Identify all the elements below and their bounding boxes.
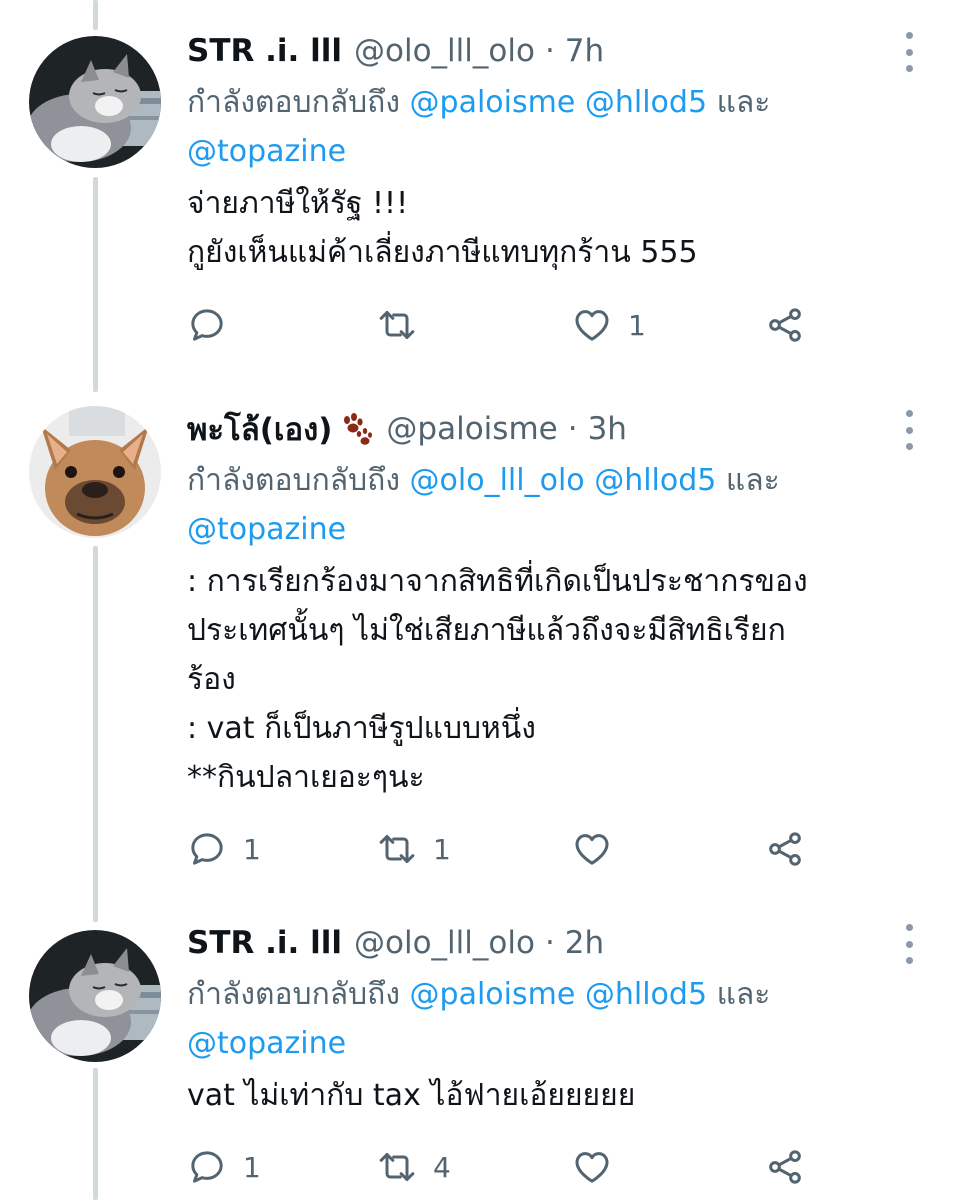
and-word: และ — [716, 977, 771, 1012]
mention-link[interactable]: @paloisme — [410, 977, 576, 1012]
mention-link[interactable]: @hllod5 — [585, 977, 707, 1012]
thread-line — [93, 0, 98, 30]
reply-button[interactable] — [187, 300, 243, 350]
reply-icon — [191, 1151, 223, 1183]
share-button[interactable] — [765, 824, 805, 874]
reply-prefix: กำลังตอบกลับถึง — [187, 977, 400, 1012]
mention-link[interactable]: @paloisme — [410, 85, 576, 120]
heart-icon — [575, 834, 609, 865]
tweet-text-line: : vat ก็เป็นภาษีรูปแบบหนึ่ง — [187, 711, 536, 746]
tweet-text-line: **กินปลาเยอะๆนะ — [187, 760, 425, 795]
display-name[interactable]: STR .i. lll — [187, 33, 342, 69]
tweet-header: STR .i. lll @olo_lll_olo · 2h — [187, 920, 917, 966]
tweet-header: พะโล้(เอง) @paloisme · 3h — [187, 406, 917, 452]
and-word: และ — [725, 463, 780, 498]
share-icon — [769, 832, 801, 866]
tweet-time[interactable]: 7h — [565, 33, 604, 69]
more-options-icon[interactable] — [902, 410, 916, 450]
reply-context: กำลังตอบกลับถึง @olo_lll_olo @hllod5 และ… — [187, 456, 917, 554]
heart-icon — [575, 310, 609, 341]
reply-context: กำลังตอบกลับถึง @paloisme @hllod5 และ @t… — [187, 78, 917, 176]
retweet-icon — [379, 835, 415, 863]
tweet-text: จ่ายภาษีให้รัฐ !!! กูยังเห็นแม่ค้าเลี่ยง… — [187, 179, 917, 277]
tweet-text: : การเรียกร้องมาจากสิทธิที่เกิดเป็นประชา… — [187, 557, 917, 802]
like-count: 1 — [628, 308, 646, 342]
separator-dot: · — [544, 925, 555, 961]
share-button[interactable] — [765, 300, 805, 350]
tweet-text-line: : การเรียกร้องมาจากสิทธิที่เกิดเป็นประชา… — [187, 564, 808, 599]
like-button[interactable]: 1 — [572, 300, 646, 350]
tweet-text-line: ประเทศนั้นๆ ไม่ใช่เสียภาษีแล้วถึงจะมีสิท… — [187, 613, 786, 648]
tweet-text-line: vat ไม่เท่ากับ tax ไอ้ฟายเอ้ยยยยย — [187, 1078, 636, 1113]
separator-dot: · — [544, 33, 555, 69]
action-bar: 1 4 — [187, 1142, 827, 1192]
thread-line — [93, 1068, 98, 1200]
reply-button[interactable]: 1 — [187, 824, 261, 874]
tweet-text-line: ร้อง — [187, 662, 236, 697]
tweet-text: vat ไม่เท่ากับ tax ไอ้ฟายเอ้ยยยยย — [187, 1071, 917, 1120]
mention-link[interactable]: @topazine — [187, 1026, 346, 1061]
retweet-icon — [379, 1153, 415, 1181]
tweet-text-line: กูยังเห็นแม่ค้าเลี่ยงภาษีแทบทุกร้าน 555 — [187, 235, 698, 270]
reply-count: 1 — [243, 1150, 261, 1184]
mention-link[interactable]: @topazine — [187, 134, 346, 169]
heart-icon — [575, 1152, 609, 1183]
action-bar: 1 1 — [187, 824, 827, 874]
share-button[interactable] — [765, 1142, 805, 1192]
dog-avatar-image — [29, 406, 161, 538]
share-icon — [769, 1150, 801, 1184]
like-button[interactable] — [572, 1142, 628, 1192]
tweet-header: STR .i. lll @olo_lll_olo · 7h — [187, 28, 917, 74]
reply-prefix: กำลังตอบกลับถึง — [187, 85, 400, 120]
reply-button[interactable]: 1 — [187, 1142, 261, 1192]
avatar[interactable] — [29, 36, 161, 168]
retweet-count: 1 — [433, 832, 451, 866]
thread-line — [93, 546, 98, 922]
tweet-text-line: จ่ายภาษีให้รัฐ !!! — [187, 186, 409, 221]
paw-prints-icon — [344, 413, 373, 445]
display-name[interactable]: พะโล้(เอง) — [187, 404, 332, 454]
retweet-button[interactable]: 4 — [377, 1142, 451, 1192]
retweet-button[interactable] — [377, 300, 433, 350]
more-options-icon[interactable] — [902, 924, 916, 964]
retweet-count: 4 — [433, 1150, 451, 1184]
share-icon — [769, 308, 801, 342]
and-word: และ — [716, 85, 771, 120]
display-name[interactable]: STR .i. lll — [187, 925, 342, 961]
reply-context: กำลังตอบกลับถึง @paloisme @hllod5 และ @t… — [187, 970, 917, 1068]
user-handle[interactable]: @olo_lll_olo — [354, 33, 535, 69]
mention-link[interactable]: @hllod5 — [594, 463, 716, 498]
reply-icon — [191, 309, 223, 341]
reply-prefix: กำลังตอบกลับถึง — [187, 463, 400, 498]
cat-avatar-image — [29, 36, 161, 168]
mention-link[interactable]: @topazine — [187, 512, 346, 547]
reply-count: 1 — [243, 832, 261, 866]
user-handle[interactable]: @olo_lll_olo — [354, 925, 535, 961]
more-options-icon[interactable] — [902, 32, 916, 72]
separator-dot: · — [567, 411, 578, 447]
avatar[interactable] — [29, 406, 161, 538]
mention-link[interactable]: @olo_lll_olo — [410, 463, 585, 498]
user-handle[interactable]: @paloisme — [386, 411, 557, 447]
like-button[interactable] — [572, 824, 628, 874]
tweet-time[interactable]: 3h — [588, 411, 627, 447]
tweet-time[interactable]: 2h — [565, 925, 604, 961]
avatar[interactable] — [29, 930, 161, 1062]
action-bar: 1 — [187, 300, 827, 350]
reply-icon — [191, 833, 223, 865]
cat-avatar-image — [29, 930, 161, 1062]
retweet-icon — [379, 311, 415, 339]
retweet-button[interactable]: 1 — [377, 824, 451, 874]
mention-link[interactable]: @hllod5 — [585, 85, 707, 120]
thread-line — [93, 177, 98, 392]
